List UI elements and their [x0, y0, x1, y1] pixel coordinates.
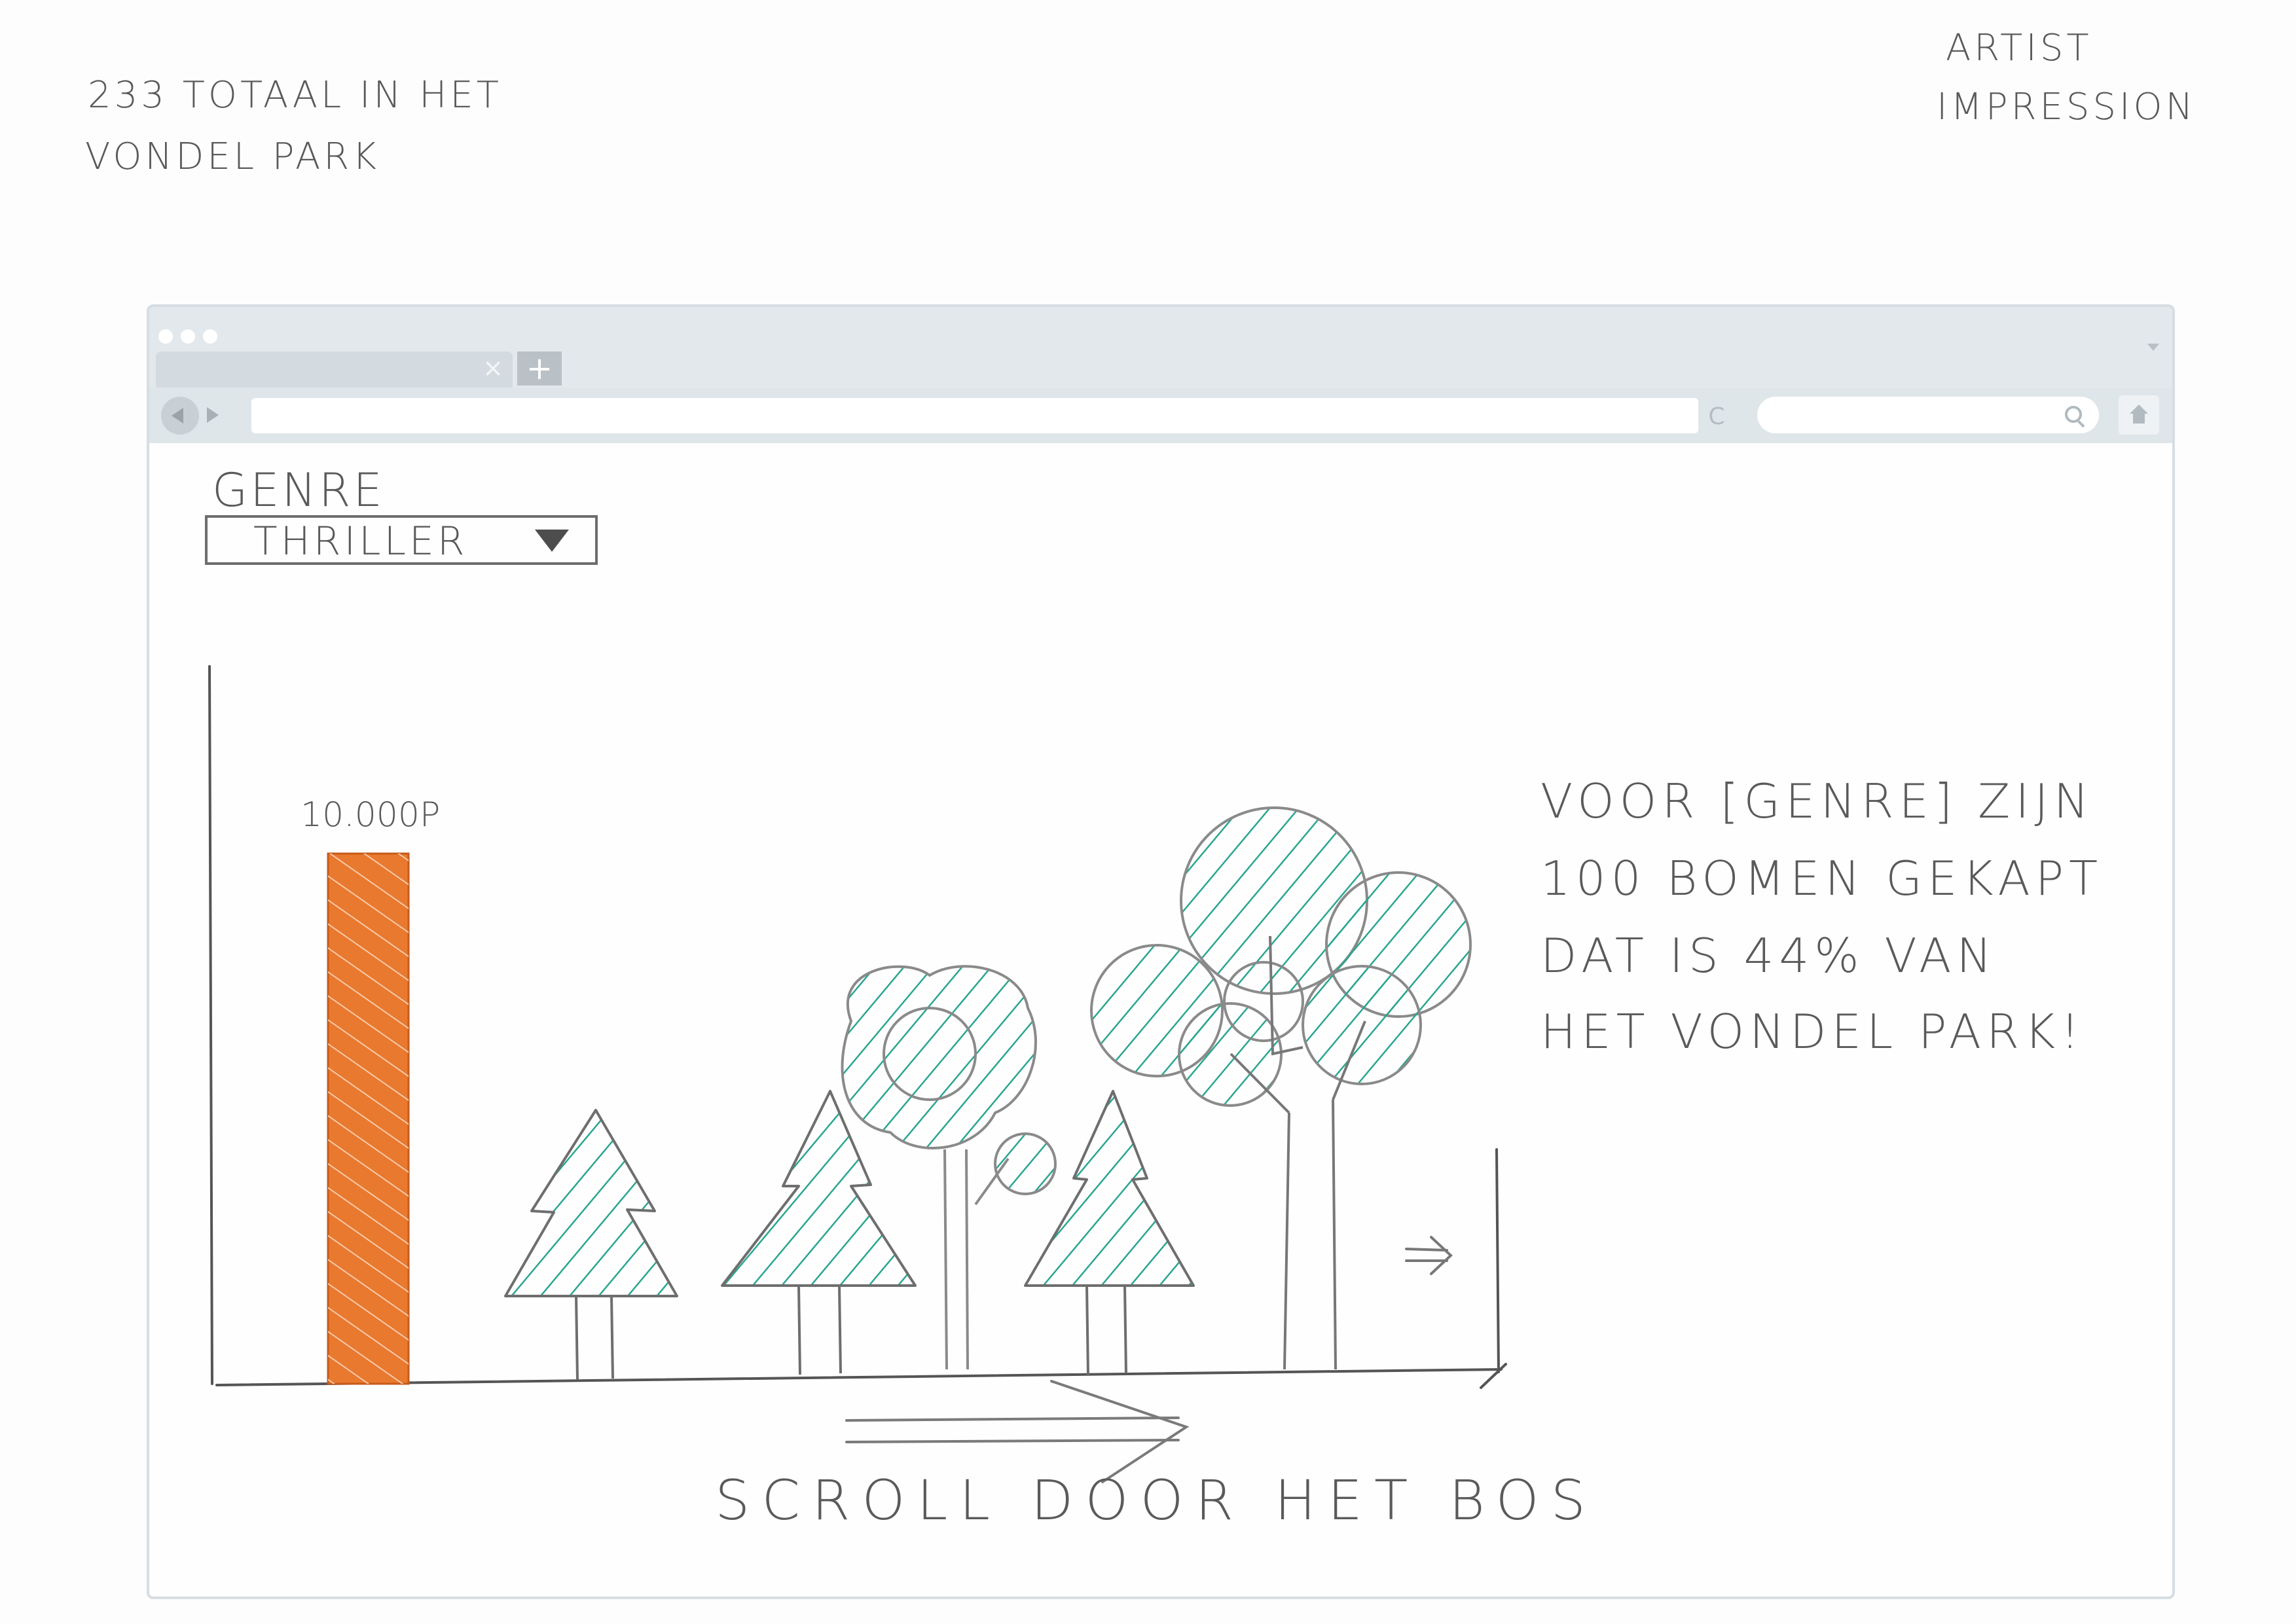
statement-line-1: VOOR [GENRE] ZIJN: [1540, 774, 2094, 829]
scroll-hint-text: SCROLL DOOR HET BOS: [715, 1468, 1597, 1532]
note-artist-line-1: ARTIST: [1946, 27, 2092, 69]
back-button[interactable]: [161, 397, 199, 435]
forward-button[interactable]: [207, 407, 219, 423]
address-bar[interactable]: [251, 398, 1698, 433]
window-maximize-dot[interactable]: [203, 329, 217, 344]
statement-line-2: 100 BOMEN GEKAPT: [1540, 851, 2104, 906]
window-close-dot[interactable]: [158, 329, 173, 344]
window-minimize-dot[interactable]: [181, 329, 195, 344]
tabs-menu-chevron-icon[interactable]: [2147, 344, 2159, 351]
note-total-line-1: 233 TOTAAL IN HET: [88, 74, 502, 117]
note-total-line-2: VONDEL PARK: [85, 135, 380, 178]
note-artist-line-2: IMPRESSION: [1937, 86, 2196, 128]
genre-selected-value: THRILLER: [253, 518, 468, 564]
statement-line-3: DAT IS 44% VAN: [1540, 928, 1997, 983]
search-input[interactable]: [1757, 397, 2099, 433]
statement-line-4: HET VONDEL PARK!: [1540, 1004, 2085, 1059]
search-icon: [2065, 406, 2082, 423]
new-tab-button[interactable]: +: [517, 352, 562, 386]
bar-value-label: 10.000P: [301, 795, 441, 835]
tab-close-icon[interactable]: ×: [483, 355, 503, 380]
triangle-down-icon[interactable]: [535, 530, 569, 552]
home-button[interactable]: [2119, 395, 2159, 435]
browser-tab[interactable]: ×: [156, 352, 513, 388]
genre-select[interactable]: THRILLER: [205, 515, 598, 565]
genre-label: GENRE: [212, 463, 385, 517]
browser-navbar: C: [149, 388, 2172, 443]
browser-titlebar: × +: [149, 307, 2172, 388]
reload-icon[interactable]: C: [1698, 401, 1735, 433]
